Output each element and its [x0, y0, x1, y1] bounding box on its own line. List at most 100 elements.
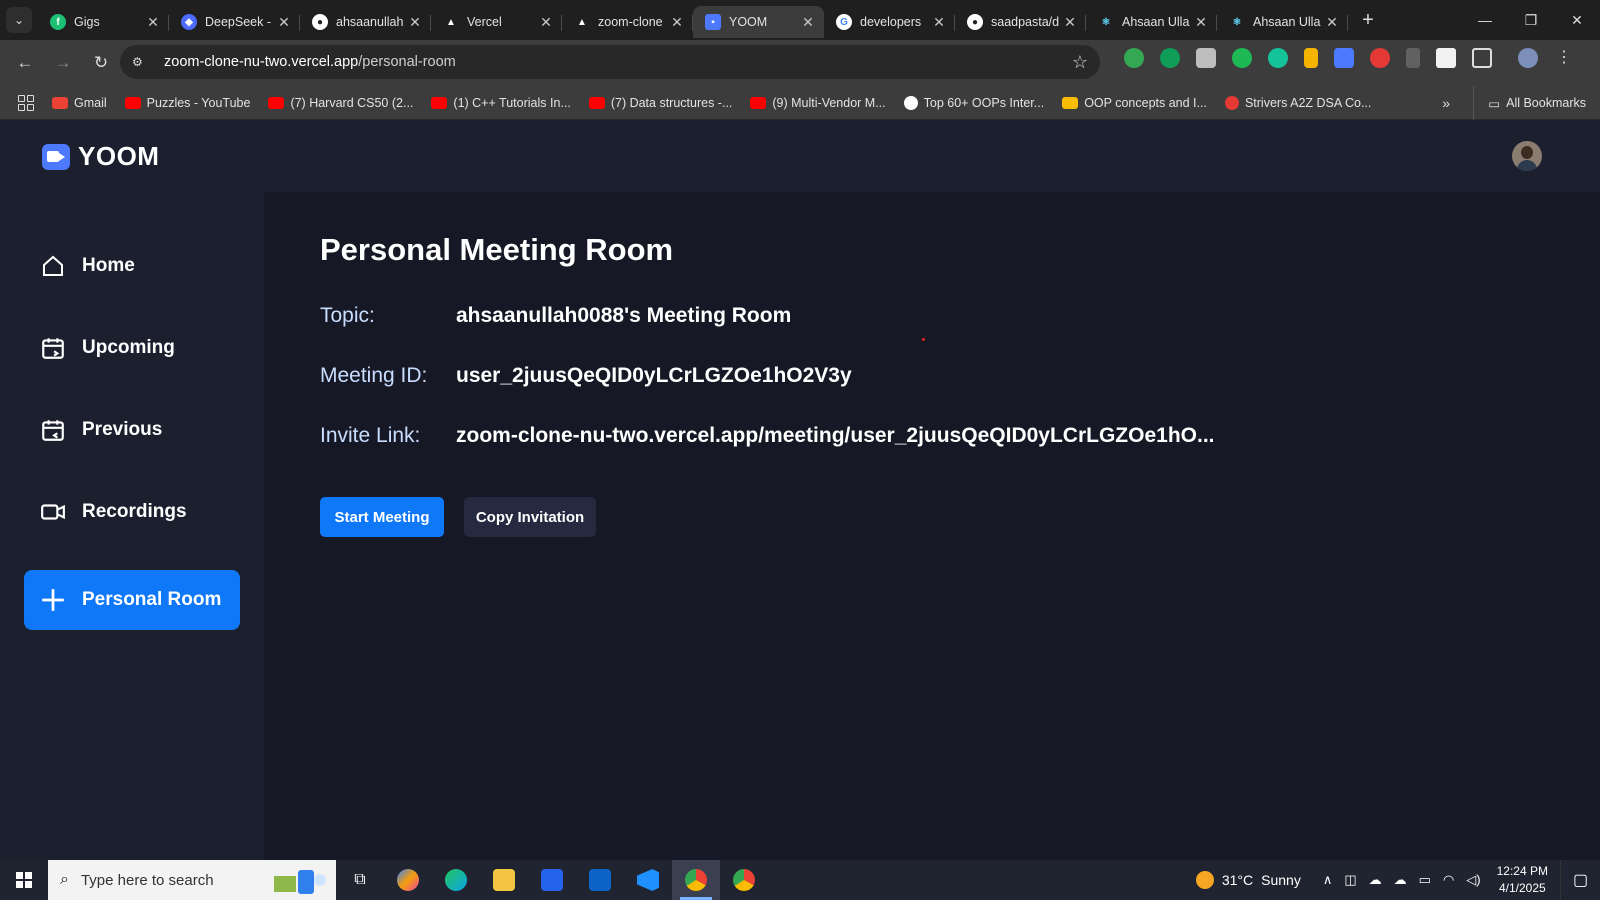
tab-yoom[interactable]: ▪ YOOM ✕	[693, 6, 824, 38]
forward-arrow-icon[interactable]: →	[46, 46, 80, 80]
bookmark-multi-vendor[interactable]: (9) Multi-Vendor M...	[750, 96, 886, 110]
copilot-icon[interactable]	[384, 860, 432, 900]
bookmark-data-structures[interactable]: (7) Data structures -...	[588, 96, 732, 110]
url-text[interactable]: zoom-clone-nu-two.vercel.app/personal-ro…	[164, 54, 1072, 70]
address-bar[interactable]: ⚙ zoom-clone-nu-two.vercel.app/personal-…	[120, 45, 1100, 79]
sidebar-item-personal-room[interactable]: Personal Room	[24, 570, 240, 630]
bookmark-oop-concepts[interactable]: OOP concepts and I...	[1062, 96, 1207, 110]
chevron-up-icon[interactable]: ∧	[1323, 872, 1333, 888]
site-settings-icon[interactable]: ⚙	[132, 55, 152, 69]
tab-github-ahsaanullah[interactable]: ● ahsaanullah ✕	[300, 6, 431, 38]
close-icon[interactable]: ✕	[145, 14, 161, 31]
sidebar-item-home[interactable]: Home	[24, 236, 240, 296]
lock-extension-icon[interactable]	[1304, 48, 1318, 68]
meeting-id-row: Meeting ID: user_2juusQeQID0yLCrLGZOe1hO…	[320, 364, 852, 388]
windows-start-button[interactable]	[0, 860, 48, 900]
tab-ahsaan-ulla-1[interactable]: ⚛ Ahsaan Ulla ✕	[1086, 6, 1217, 38]
sidebar-item-upcoming[interactable]: Upcoming	[24, 318, 240, 378]
sidebar-item-label: Previous	[82, 419, 163, 440]
meet-now-icon[interactable]: ◫	[1344, 872, 1356, 888]
tab-github-saadpasta[interactable]: ● saadpasta/d ✕	[955, 6, 1086, 38]
puzzle-extensions-icon[interactable]	[1472, 48, 1492, 68]
new-tab-button[interactable]: +	[1354, 9, 1382, 32]
edge-icon[interactable]	[432, 860, 480, 900]
bookmark-label: Gmail	[74, 95, 107, 110]
close-icon[interactable]: ✕	[276, 14, 292, 31]
file-explorer-icon[interactable]	[480, 860, 528, 900]
personal-room-panel: Personal Meeting Room Topic: ahsaanullah…	[264, 192, 1600, 860]
volume-icon[interactable]: ◁)	[1466, 872, 1480, 888]
tab-developers[interactable]: G developers ✕	[824, 6, 955, 38]
back-arrow-icon[interactable]: ←	[8, 46, 42, 80]
search-highlight-icon	[274, 870, 326, 894]
close-icon[interactable]: ✕	[538, 14, 554, 31]
reload-icon[interactable]: ↻	[84, 46, 118, 80]
bookmark-strivers[interactable]: Strivers A2Z DSA Co...	[1224, 95, 1371, 110]
sidebar-item-label: Home	[82, 255, 135, 276]
microsoft-store-icon[interactable]	[528, 860, 576, 900]
youtube-icon	[431, 96, 448, 109]
vscode-icon[interactable]	[624, 860, 672, 900]
gmail-icon	[52, 96, 68, 109]
bookmark-star-icon[interactable]: ☆	[1072, 52, 1088, 73]
vercel-icon: ▲	[446, 16, 456, 28]
copy-invitation-button[interactable]: Copy Invitation	[464, 497, 596, 537]
task-view-icon[interactable]: ⧉	[336, 860, 384, 900]
extension-icon[interactable]	[1124, 48, 1144, 68]
restore-icon[interactable]: ❐	[1508, 0, 1554, 40]
bookmark-gmail[interactable]: Gmail	[52, 96, 107, 110]
close-icon[interactable]: ✕	[1062, 14, 1078, 31]
wifi-icon[interactable]: ◠	[1443, 872, 1454, 888]
url-host: zoom-clone-nu-two.vercel.app	[164, 54, 359, 70]
camera-extension-icon[interactable]	[1196, 48, 1216, 68]
yoom-logo[interactable]: YOOM	[42, 141, 159, 172]
extension-icon[interactable]	[1160, 48, 1180, 68]
weather-widget[interactable]: 31°C Sunny	[1195, 871, 1301, 889]
close-icon[interactable]: ✕	[1324, 14, 1340, 31]
grammarly-icon[interactable]	[1268, 48, 1288, 68]
youtube-icon	[750, 96, 767, 109]
clock[interactable]: 12:24 PM 4/1/2025	[1497, 863, 1548, 897]
extension-icon[interactable]	[1436, 48, 1456, 68]
sidebar-item-recordings[interactable]: Recordings	[24, 482, 240, 542]
screen-extension-icon[interactable]	[1334, 48, 1354, 68]
close-icon[interactable]: ✕	[407, 14, 423, 31]
close-icon[interactable]: ✕	[931, 14, 947, 31]
apps-grid-icon[interactable]	[18, 94, 34, 111]
network-cloud-icon[interactable]: ☁	[1369, 872, 1382, 888]
chrome-icon[interactable]	[672, 860, 720, 900]
eyedropper-icon[interactable]	[1406, 48, 1420, 68]
tab-vercel[interactable]: ▲ Vercel ✕	[431, 6, 562, 38]
youtube-icon	[268, 96, 285, 109]
bookmark-cpp[interactable]: (1) C++ Tutorials In...	[431, 96, 571, 110]
tab-gigs[interactable]: f Gigs ✕	[38, 6, 169, 38]
tab-deepseek[interactable]: ◆ DeepSeek - ✕	[169, 6, 300, 38]
start-meeting-button[interactable]: Start Meeting	[320, 497, 444, 537]
close-icon[interactable]: ✕	[669, 14, 685, 31]
taskbar-search-box[interactable]: ⌕ Type here to search	[48, 860, 336, 900]
extension-icon[interactable]	[1370, 48, 1390, 68]
extension-icon[interactable]	[1232, 48, 1252, 68]
minimize-icon[interactable]: —	[1462, 0, 1508, 40]
profile-avatar-icon[interactable]	[1518, 48, 1538, 68]
onedrive-icon[interactable]: ☁	[1394, 872, 1407, 888]
tab-zoom-clone[interactable]: ▲ zoom-clone ✕	[562, 6, 693, 38]
chrome-profile-icon[interactable]	[720, 860, 768, 900]
more-bookmarks-icon[interactable]: »	[1442, 95, 1450, 111]
kebab-menu-icon[interactable]: ⋮	[1554, 48, 1574, 68]
all-bookmarks-button[interactable]: ▭ All Bookmarks	[1473, 86, 1586, 120]
tab-title: zoom-clone	[598, 15, 663, 29]
close-icon[interactable]: ✕	[800, 14, 816, 31]
user-avatar[interactable]	[1512, 141, 1542, 171]
tab-search-button[interactable]: ⌄	[6, 7, 32, 33]
outlook-icon[interactable]	[576, 860, 624, 900]
notification-icon[interactable]: ▢	[1560, 860, 1600, 900]
tab-ahsaan-ulla-2[interactable]: ⚛ Ahsaan Ulla ✕	[1217, 6, 1348, 38]
close-icon[interactable]: ✕	[1193, 14, 1209, 31]
bookmark-cs50[interactable]: (7) Harvard CS50 (2...	[268, 96, 413, 110]
bookmark-puzzles[interactable]: Puzzles - YouTube	[124, 96, 250, 110]
window-close-icon[interactable]: ✕	[1554, 0, 1600, 40]
bookmark-oops[interactable]: Top 60+ OOPs Inter...	[903, 95, 1044, 110]
sidebar-item-previous[interactable]: Previous	[24, 400, 240, 460]
battery-icon[interactable]: ▭	[1419, 872, 1431, 888]
